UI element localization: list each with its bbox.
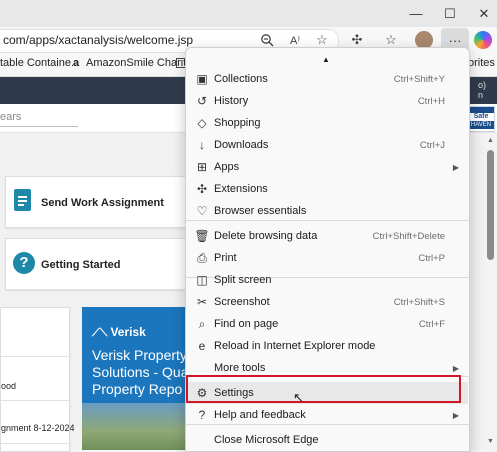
mouse-cursor-icon: ↖ (293, 390, 304, 405)
menu-item-shortcut: Ctrl+Shift+Delete (372, 230, 445, 242)
menu-item-shortcut: Ctrl+H (417, 95, 445, 107)
list-item[interactable]: ood (1, 381, 16, 391)
find-icon: ⌕ (198, 316, 206, 331)
menu-item-label: Close Microsoft Edge (214, 434, 319, 446)
header-right-text: o) (478, 80, 487, 90)
menu-item-label: Apps (214, 161, 240, 173)
menu-item-shortcut: Ctrl+P (418, 252, 445, 264)
menu-item-split-screen[interactable]: ◫ Split screen (186, 269, 469, 291)
amazon-icon: a (73, 57, 80, 69)
settings-highlight-box (186, 375, 461, 403)
menu-item-shortcut: Ctrl+Shift+Y (393, 73, 445, 85)
split-screen-icon: ◫ (196, 273, 208, 287)
scroll-down-icon[interactable]: ▼ (487, 438, 494, 445)
apps-icon: ⊞ (196, 160, 208, 174)
years-field[interactable]: ears (0, 108, 78, 127)
menu-item-label: Browser essentials (214, 205, 307, 217)
badge-text: Safe (473, 113, 489, 120)
menu-item-downloads[interactable]: ↓ Downloads Ctrl+J (186, 134, 469, 156)
clipboard-icon (14, 189, 31, 211)
menu-item-label: Reload in Internet Explorer mode (214, 340, 376, 352)
chevron-right-icon: ▶ (452, 410, 459, 420)
promo-headline: Verisk Property Solutions - Qua Property… (92, 347, 189, 397)
download-icon: ↓ (199, 138, 205, 152)
menu-scroll-up-icon[interactable]: ▲ (322, 55, 330, 64)
chevron-right-icon: ▶ (452, 363, 459, 373)
menu-item-close-edge[interactable]: Close Microsoft Edge (186, 429, 469, 451)
menu-item-history[interactable]: ↺ History Ctrl+H (186, 90, 469, 112)
collections-icon: ▣ (196, 72, 208, 86)
other-favorites[interactable]: orites (468, 57, 495, 69)
menu-item-print[interactable]: ⎙ Print Ctrl+P (186, 247, 469, 269)
menu-item-apps[interactable]: ⊞ Apps ▶ (186, 156, 469, 178)
getting-started-card[interactable]: ? Getting Started (5, 238, 197, 290)
menu-item-shortcut: Ctrl+Shift+S (393, 296, 445, 308)
minimize-icon[interactable]: — (400, 0, 432, 27)
menu-item-label: Collections (214, 73, 268, 85)
aerial-photo (82, 403, 192, 450)
menu-item-label: History (214, 95, 249, 107)
menu-item-label: More tools (214, 362, 266, 374)
menu-item-browser-essentials[interactable]: ♡ Browser essentials (186, 200, 469, 222)
trash-icon: 🗑 (194, 229, 210, 243)
list-item[interactable]: gnment 8-12-2024 (1, 423, 75, 433)
menu-item-label: Split screen (214, 274, 272, 286)
copilot-icon[interactable] (474, 31, 492, 49)
maximize-icon[interactable]: ☐ (434, 0, 466, 27)
help-icon: ? (198, 408, 206, 422)
menu-item-extensions[interactable]: ✣ Extensions (186, 178, 469, 200)
scroll-up-icon[interactable]: ▲ (487, 137, 494, 144)
ie-icon: e (198, 339, 206, 353)
menu-item-label: Help and feedback (214, 409, 306, 421)
verisk-promo[interactable]: ⟋⟍ Verisk Verisk Property Solutions - Qu… (82, 307, 192, 450)
favorite-label: table Containe... (0, 57, 81, 69)
favorite-label: orites (468, 57, 495, 69)
card-label: Send Work Assignment (41, 197, 164, 209)
menu-item-screenshot[interactable]: ✂ Screenshot Ctrl+Shift+S (186, 291, 469, 313)
safe-haven-badge: Safe HAVEN (467, 106, 495, 132)
header-right-sub: n (478, 90, 484, 100)
menu-item-shopping[interactable]: ◇ Shopping (186, 112, 469, 134)
menu-item-label: Extensions (214, 183, 268, 195)
chevron-right-icon: ▶ (452, 162, 459, 172)
heart-pulse-icon: ♡ (196, 204, 208, 218)
puzzle-icon: ✣ (196, 182, 208, 196)
favorite-item[interactable]: table Containe... (0, 57, 80, 69)
menu-item-label: Downloads (214, 139, 269, 151)
menu-item-label: Delete browsing data (214, 230, 318, 242)
menu-item-find-on-page[interactable]: ⌕ Find on page Ctrl+F (186, 313, 469, 335)
badge-text: HAVEN (468, 121, 494, 129)
menu-item-delete-browsing-data[interactable]: 🗑 Delete browsing data Ctrl+Shift+Delete (186, 225, 469, 247)
menu-item-label: Find on page (214, 318, 279, 330)
address-url[interactable]: com/apps/xactanalysis/welcome.jsp (3, 33, 193, 47)
question-icon: ? (13, 252, 35, 274)
menu-item-shortcut: Ctrl+J (419, 139, 445, 151)
tag-icon: ◇ (197, 116, 207, 130)
menu-item-ie-mode[interactable]: e Reload in Internet Explorer mode (186, 335, 469, 357)
menu-item-collections[interactable]: ▣ Collections Ctrl+Shift+Y (186, 68, 469, 90)
assignment-list: ood gnment 8-12-2024 (0, 307, 75, 452)
printer-icon: ⎙ (197, 250, 207, 265)
close-window-icon[interactable]: ✕ (468, 0, 497, 27)
scrollbar-thumb[interactable] (487, 150, 494, 260)
verisk-logo: ⟋⟍ Verisk (92, 325, 146, 339)
menu-item-shortcut: Ctrl+F (418, 318, 445, 330)
screenshot-icon: ✂ (196, 295, 208, 309)
menu-item-help-and-feedback[interactable]: ? Help and feedback ▶ (186, 404, 469, 426)
menu-item-label: Screenshot (214, 296, 270, 308)
history-icon: ↺ (196, 94, 208, 108)
menu-item-label: Print (214, 252, 237, 264)
card-label: Getting Started (41, 259, 121, 271)
menu-item-label: Shopping (214, 117, 261, 129)
send-work-assignment-card[interactable]: Send Work Assignment (5, 176, 197, 228)
